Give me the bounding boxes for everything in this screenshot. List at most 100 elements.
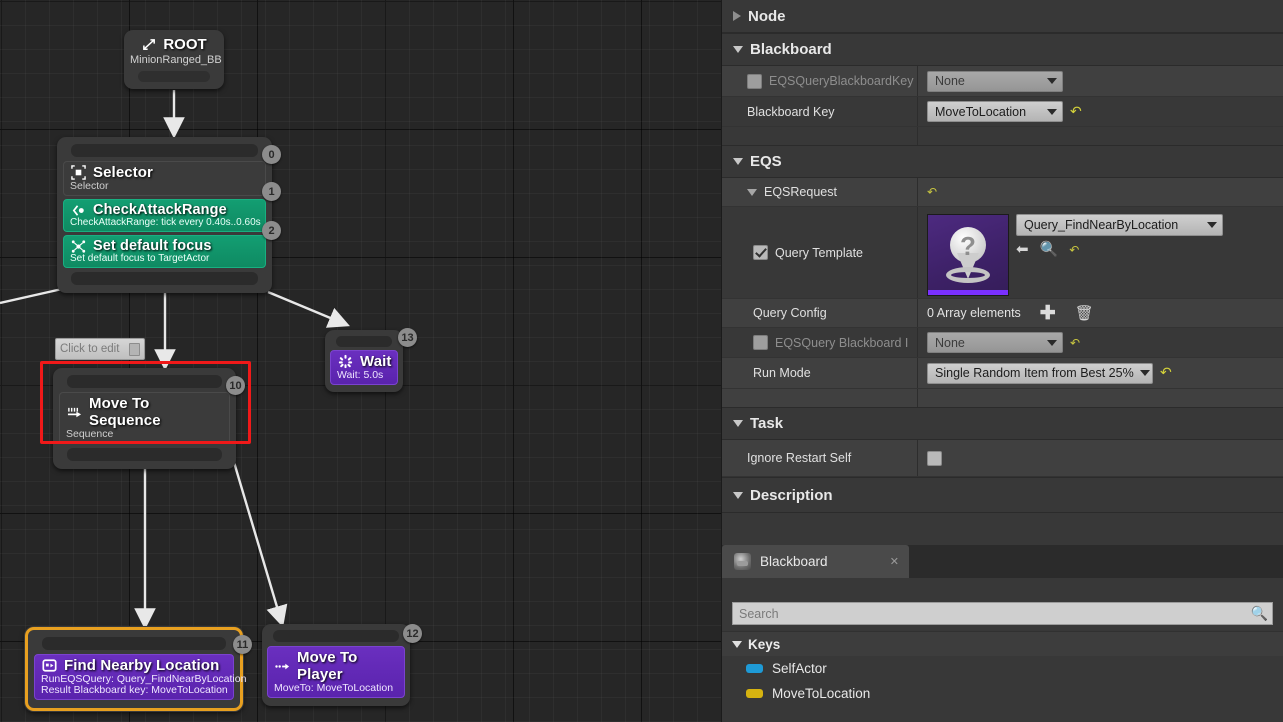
chevron-down-icon	[733, 158, 743, 165]
bt-node-wait-input-pin[interactable]	[336, 336, 392, 347]
bt-node-root[interactable]: ROOT MinionRanged_BB	[124, 30, 224, 89]
blackboard-panel: Blackboard ✕ Search 🔍 Keys SelfActor Mov…	[722, 545, 1283, 722]
bt-service-0-subtitle: Set default focus to TargetActor	[70, 253, 210, 264]
close-icon[interactable]: ✕	[890, 555, 899, 568]
chevron-down-icon	[733, 420, 743, 427]
category-task[interactable]: Task	[722, 407, 1283, 440]
row-ignore-restart-self[interactable]: Ignore Restart Self	[722, 440, 1283, 477]
eqs-query-blackboard-2-checkbox[interactable]	[753, 335, 768, 350]
bt-node-find-nearby-body[interactable]: Find Nearby Location RunEQSQuery: Query_…	[34, 654, 246, 700]
add-array-element-icon[interactable]: ✚	[1040, 304, 1056, 323]
bt-node-find-nearby-subtitle2: Result Blackboard key: MoveToLocation	[41, 684, 228, 696]
bt-node-sequence-input-pin[interactable]	[67, 375, 222, 388]
query-config-value: 0 Array elements	[927, 306, 1021, 320]
eqs-query-blackboard-2-reset-icon[interactable]: ↶	[1070, 337, 1080, 349]
bt-node-find-nearby-input-pin[interactable]	[42, 637, 226, 650]
category-description[interactable]: Description	[722, 477, 1283, 513]
bt-node-wait-body[interactable]: Wait Wait: 5.0s	[330, 350, 398, 385]
blackboard-key-item[interactable]: SelfActor	[722, 656, 1283, 681]
run-mode-reset-icon[interactable]: ↶	[1160, 366, 1172, 380]
eqs-query-blackboard-key-label: EQSQueryBlackboardKey	[769, 74, 914, 88]
details-panel: Node Blackboard EQSQueryBlackboardKey No…	[721, 0, 1283, 722]
key-type-color-chip	[746, 664, 763, 673]
category-eqs[interactable]: EQS	[722, 145, 1283, 178]
query-template-label: Query Template	[775, 245, 864, 260]
bt-node-root-output-pin[interactable]	[138, 71, 210, 82]
ignore-restart-self-checkbox[interactable]	[927, 450, 942, 466]
bt-decorator-0-subtitle: CheckAttackRange: tick every 0.40s..0.60…	[70, 217, 261, 228]
blackboard-key-item[interactable]: MoveToLocation	[722, 681, 1283, 706]
bt-node-move-to-sequence[interactable]: 10 Move To Sequence Sequence	[53, 368, 245, 469]
key-type-color-chip	[746, 689, 763, 698]
bt-node-wait[interactable]: 13 Wait Wait: 5.0s	[325, 328, 417, 392]
bt-node-find-nearby-index: 11	[233, 635, 252, 654]
query-template-asset-dropdown[interactable]: Query_FindNearByLocation	[1016, 214, 1223, 236]
query-config-label: Query Config	[753, 306, 827, 320]
eqs-request-label: EQSRequest	[764, 185, 837, 199]
bt-decorator-check-attack-range[interactable]: CheckAttackRange CheckAttackRange: tick …	[63, 199, 266, 232]
delete-array-icon[interactable]: 🗑	[1075, 304, 1094, 322]
bt-node-selector[interactable]: 0 Selector Selector 1 CheckAttackRange C…	[57, 137, 281, 293]
chevron-down-icon[interactable]	[747, 188, 757, 196]
blackboard-key-reset-icon[interactable]: ↶	[1070, 105, 1082, 119]
browse-asset-icon[interactable]: 🔍	[1040, 242, 1059, 257]
eqs-query-blackboard-2-label: EQSQuery Blackboard I	[775, 335, 909, 350]
bt-node-move-to-player-title: Move To Player	[297, 649, 358, 683]
bt-node-selector-input-pin[interactable]	[71, 144, 258, 157]
tab-blackboard-label: Blackboard	[760, 554, 828, 569]
bt-node-selector-body[interactable]: Selector Selector	[63, 161, 266, 196]
row-query-template[interactable]: Query Template ? Query_FindNearByLocatio…	[722, 207, 1283, 299]
row-eqs-query-blackboard-2-label-col: EQSQuery Blackboard I	[722, 328, 918, 357]
bt-node-decorator-1-index: 2	[262, 221, 281, 240]
tab-blackboard[interactable]: Blackboard ✕	[722, 545, 909, 578]
bt-node-selector-output-pin[interactable]	[71, 272, 258, 285]
category-blackboard[interactable]: Blackboard	[722, 33, 1283, 66]
bt-service-set-default-focus[interactable]: Set default focus Set default focus to T…	[63, 235, 266, 268]
row-eqs-query-blackboard-key[interactable]: EQSQueryBlackboardKey None	[722, 66, 1283, 97]
row-blackboard-key[interactable]: Blackboard Key MoveToLocation ↶	[722, 97, 1283, 127]
bt-node-root-title: ROOT	[163, 36, 207, 53]
eqs-request-reset-icon[interactable]: ↶	[927, 186, 937, 198]
row-eqs-request[interactable]: EQSRequest ↶	[722, 178, 1283, 207]
bt-node-move-to-player-index: 12	[403, 624, 422, 643]
eqs-query-blackboard-2-dropdown[interactable]: None	[927, 332, 1063, 353]
query-template-reset-icon[interactable]: ↶	[1069, 244, 1079, 256]
row-eqs-query-blackboard-2[interactable]: EQSQuery Blackboard I None ↶	[722, 328, 1283, 358]
eqs-query-blackboard-key-dropdown[interactable]: None	[927, 70, 1063, 92]
use-selected-asset-icon[interactable]: ⬅	[1016, 242, 1029, 257]
blackboard-tab-strip: Blackboard ✕	[722, 545, 1283, 578]
category-node[interactable]: Node	[722, 0, 1283, 33]
bt-node-move-to-player[interactable]: 12 Move To Player MoveTo: MoveToLocation	[262, 624, 422, 706]
chevron-right-icon	[733, 11, 741, 21]
bt-node-sequence-index: 10	[226, 376, 245, 395]
row-blackboard-key-label-col: Blackboard Key	[722, 97, 918, 126]
query-template-checkbox[interactable]	[753, 245, 768, 260]
bt-node-sequence-body[interactable]: Move To Sequence Sequence	[59, 392, 230, 444]
behavior-tree-graph-canvas[interactable]: ROOT MinionRanged_BB 0 Selector Selector…	[0, 0, 721, 722]
blackboard-search-input[interactable]: Search 🔍	[732, 602, 1273, 625]
blackboard-key-dropdown[interactable]: MoveToLocation	[927, 101, 1063, 122]
bt-service-0-title: Set default focus	[93, 238, 212, 254]
bt-node-find-nearby-location[interactable]: 11 Find Nearby Location RunEQSQuery: Que…	[25, 627, 252, 711]
row-eqs-query-blackboard-2-value-col: None ↶	[918, 332, 1283, 353]
category-task-label: Task	[750, 415, 784, 432]
eqs-query-blackboard-key-checkbox[interactable]	[747, 73, 762, 89]
blackboard-key-name: SelfActor	[772, 661, 827, 676]
bt-node-sequence-output-pin[interactable]	[67, 448, 222, 461]
row-eqs-spacer	[722, 389, 1283, 407]
chevron-down-icon	[733, 46, 743, 53]
blackboard-panel-body: Search 🔍 Keys SelfActor MoveToLocation	[722, 602, 1283, 706]
bt-node-move-to-player-body[interactable]: Move To Player MoveTo: MoveToLocation	[267, 646, 405, 698]
row-run-mode[interactable]: Run Mode Single Random Item from Best 25…	[722, 358, 1283, 389]
bt-node-move-to-player-input-pin[interactable]	[273, 630, 399, 642]
row-ignore-restart-self-label-col: Ignore Restart Self	[722, 440, 918, 476]
row-blackboard-key-value-col: MoveToLocation ↶	[918, 101, 1283, 122]
click-to-edit-tooltip[interactable]: Click to edit	[55, 338, 145, 360]
blackboard-keys-header[interactable]: Keys	[722, 631, 1283, 656]
query-template-thumbnail[interactable]: ?	[927, 214, 1009, 296]
query-template-value: Query_FindNearByLocation	[1024, 218, 1179, 232]
blackboard-search-placeholder: Search	[739, 606, 779, 621]
run-mode-dropdown[interactable]: Single Random Item from Best 25%	[927, 362, 1153, 384]
row-query-config[interactable]: Query Config 0 Array elements ✚ 🗑	[722, 299, 1283, 328]
row-blackboard-spacer	[722, 127, 1283, 145]
